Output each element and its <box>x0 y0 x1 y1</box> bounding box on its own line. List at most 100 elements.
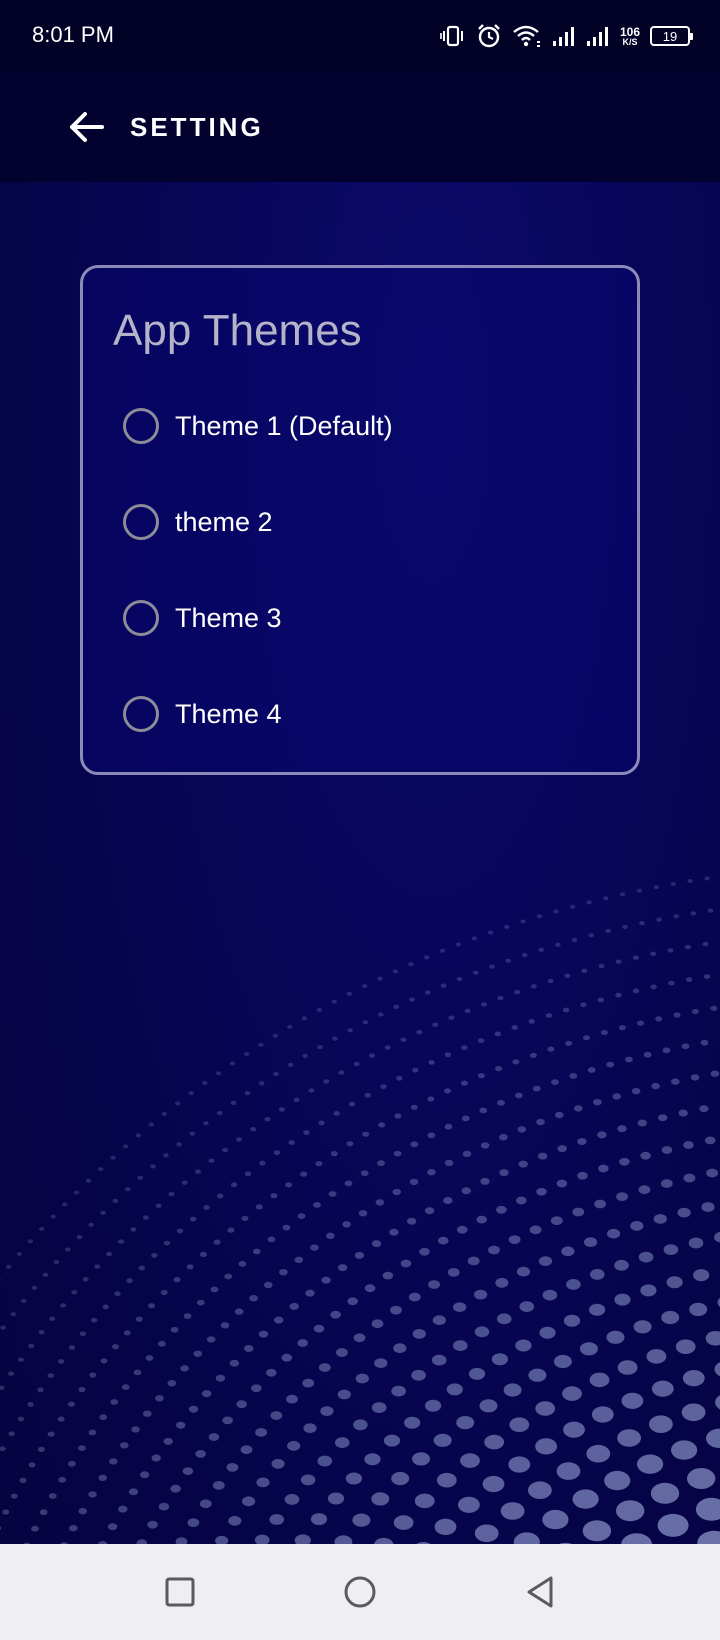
back-nav-button[interactable] <box>516 1568 564 1616</box>
back-button[interactable] <box>62 102 112 152</box>
decorative-dot <box>651 1380 674 1397</box>
decorative-dot <box>163 1240 171 1246</box>
decorative-dot <box>655 1016 663 1022</box>
decorative-dot <box>318 1120 325 1126</box>
decorative-dot <box>539 1326 556 1339</box>
decorative-dot <box>377 1160 385 1167</box>
decorative-dot <box>545 1013 553 1018</box>
decorative-dot <box>686 977 693 983</box>
decorative-dot <box>266 1368 277 1377</box>
decorative-dot <box>619 1157 630 1166</box>
decorative-dot <box>689 1302 708 1316</box>
decorative-dot <box>28 1343 35 1349</box>
decorative-dot <box>176 1142 182 1147</box>
decorative-dot <box>411 1369 426 1381</box>
decorative-dot <box>206 1336 216 1343</box>
decorative-dot <box>17 1416 25 1422</box>
decorative-dot <box>569 1073 578 1079</box>
decorative-dot <box>57 1416 65 1422</box>
network-speed: 106 K/S <box>620 26 640 47</box>
decorative-dot <box>683 1173 696 1183</box>
decorative-dot <box>61 1202 68 1207</box>
dot-pattern-decoration <box>0 876 720 1566</box>
decorative-dot <box>425 1399 442 1412</box>
decorative-dot <box>487 930 494 935</box>
theme-option-2[interactable]: theme 2 <box>123 474 623 570</box>
decorative-dot <box>607 1228 621 1239</box>
theme-option-4[interactable]: Theme 4 <box>123 666 623 762</box>
app-themes-card: App Themes Theme 1 (Default) theme 2 The… <box>80 265 640 775</box>
radio-button[interactable] <box>123 504 159 540</box>
decorative-dot <box>597 1131 607 1139</box>
decorative-dot <box>456 976 463 982</box>
decorative-dot <box>675 1339 696 1354</box>
decorative-dot <box>160 1289 168 1296</box>
decorative-dot <box>516 1196 527 1205</box>
decorative-dot <box>354 1251 365 1259</box>
theme-option-3[interactable]: Theme 3 <box>123 570 623 666</box>
decorative-dot <box>151 1454 161 1462</box>
decorative-dot <box>195 1169 201 1174</box>
decorative-dot <box>447 1268 460 1277</box>
decorative-dot <box>128 1488 139 1496</box>
decorative-dot <box>346 1141 354 1147</box>
decorative-dot <box>616 1500 645 1522</box>
decorative-dot <box>517 1126 527 1133</box>
decorative-dot <box>448 1015 455 1020</box>
decorative-dot <box>519 1301 535 1312</box>
decorative-dot <box>594 1199 606 1209</box>
decorative-dot <box>436 1472 457 1488</box>
decorative-dot <box>646 1349 667 1364</box>
decorative-dot <box>472 970 479 975</box>
decorative-dot <box>148 1303 156 1309</box>
decorative-dot <box>236 1137 243 1142</box>
home-button[interactable] <box>336 1568 384 1616</box>
decorative-dot <box>270 1193 278 1199</box>
decorative-dot <box>264 1281 273 1289</box>
decorative-dot <box>477 1073 485 1079</box>
decorative-dot <box>562 1386 582 1401</box>
decorative-dot <box>639 921 645 926</box>
decorative-dot <box>707 908 714 913</box>
decorative-dot <box>714 1362 720 1377</box>
decorative-dot <box>638 1251 654 1263</box>
decorative-dot <box>98 1167 104 1172</box>
decorative-dot <box>321 1276 331 1284</box>
decorative-dot <box>213 1239 221 1245</box>
decorative-dot <box>589 1303 606 1316</box>
decorative-dot <box>155 1395 164 1402</box>
recents-button[interactable] <box>156 1568 204 1616</box>
battery-icon: 19 <box>650 26 693 46</box>
decorative-dot <box>224 1273 233 1280</box>
decorative-dot <box>208 1158 215 1163</box>
decorative-dot <box>353 1333 366 1343</box>
decorative-dot <box>308 1088 315 1093</box>
decorative-dot <box>258 1330 269 1338</box>
theme-option-1[interactable]: Theme 1 (Default) <box>123 378 623 474</box>
decorative-dot <box>300 1171 308 1177</box>
decorative-dot <box>491 1353 508 1366</box>
decorative-dot <box>88 1491 97 1498</box>
decorative-dot <box>240 1445 253 1455</box>
decorative-dot <box>378 1012 384 1017</box>
decorative-dot <box>681 1403 706 1422</box>
radio-button[interactable] <box>123 696 159 732</box>
network-speed-unit: K/S <box>622 36 638 47</box>
decorative-dot <box>252 1248 261 1255</box>
decorative-dot <box>352 1513 371 1527</box>
decorative-dot <box>163 1153 169 1158</box>
decorative-dot <box>499 1169 509 1177</box>
decorative-dot <box>408 1292 421 1302</box>
decorative-dot <box>704 876 710 881</box>
decorative-dot <box>158 1502 170 1511</box>
decorative-dot <box>114 1291 121 1297</box>
radio-button[interactable] <box>123 600 159 636</box>
decorative-dot <box>313 1324 325 1333</box>
decorative-dot <box>98 1474 107 1482</box>
decorative-dot <box>337 1389 351 1400</box>
decorative-dot <box>347 1297 359 1306</box>
decorative-dot <box>706 1428 720 1448</box>
radio-button[interactable] <box>123 408 159 444</box>
decorative-dot <box>633 1320 652 1334</box>
decorative-dot <box>135 1316 143 1322</box>
